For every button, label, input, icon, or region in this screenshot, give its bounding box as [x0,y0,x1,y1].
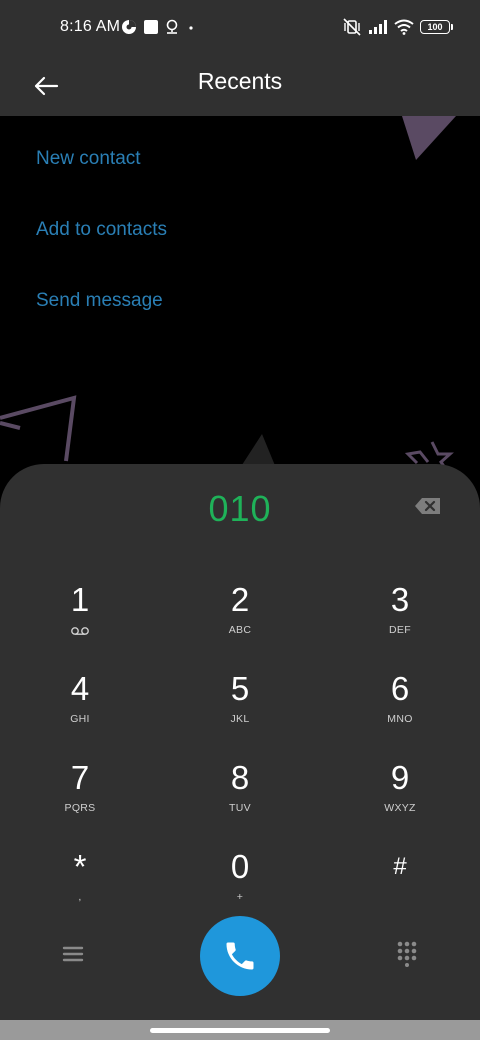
notification-square-icon [144,20,158,34]
key-letters: JKL [230,713,250,725]
key-digit: 6 [390,670,410,707]
key-4[interactable]: 4 GHI [20,669,140,749]
key-letters: ABC [228,624,252,636]
key-letters: , [78,891,82,903]
battery-icon: 100 [420,20,453,34]
dot-icon [189,26,193,30]
wifi-icon [394,19,414,35]
key-9[interactable]: 9 WXYZ [340,758,460,838]
key-1[interactable]: 1 [20,580,140,660]
home-indicator[interactable] [150,1028,330,1033]
wallpaper-triangle-shape [402,116,456,160]
menu-icon [62,946,84,962]
key-letters: + [236,891,244,903]
key-letters: MNO [387,713,413,725]
key-digit: 2 [230,581,250,618]
dialer-panel: 010 1 2 ABC 3 DEF 4 GHI 5 JKL 6 MNO 7 PQ… [0,464,480,1020]
page-title: Recents [197,68,283,94]
key-digit: 3 [390,581,410,618]
menu-button[interactable] [54,938,92,970]
location-pin-icon [166,19,178,34]
status-right-icons: 100 [342,16,453,38]
dialed-number-display[interactable]: 010 [0,488,480,530]
dialpad-toggle-button[interactable] [390,936,424,972]
key-star[interactable]: * , [20,847,140,927]
key-letters: GHI [70,713,90,725]
key-digit: # [393,853,407,880]
key-digit: 5 [230,670,250,707]
app-bar: Recents [0,58,480,116]
key-6[interactable]: 6 MNO [340,669,460,749]
wallpaper-dark-triangle [240,434,276,468]
key-2[interactable]: 2 ABC [180,580,300,660]
key-7[interactable]: 7 PQRS [20,758,140,838]
key-3[interactable]: 3 DEF [340,580,460,660]
signal-icon [369,20,387,34]
status-bar: 8:16 AM 100 [0,0,480,58]
send-message-link[interactable]: Send message [36,290,163,312]
key-letters: DEF [389,624,411,636]
key-digit: 8 [230,759,250,796]
vibrate-off-icon [343,18,361,36]
key-0[interactable]: 0 + [180,847,300,927]
key-8[interactable]: 8 TUV [180,758,300,838]
call-button[interactable] [200,916,280,996]
voicemail-icon [71,627,89,635]
new-contact-link[interactable]: New contact [36,148,141,170]
wallpaper-star-outline-left [0,395,77,462]
key-digit: 1 [70,581,90,618]
add-to-contacts-link[interactable]: Add to contacts [36,219,167,241]
key-letters: WXYZ [384,802,416,814]
backspace-button[interactable] [412,494,444,518]
battery-level: 100 [427,21,443,32]
status-left-icons [121,17,195,37]
backspace-icon [415,498,440,514]
key-digit: * [73,848,87,885]
key-digit: 9 [390,759,410,796]
data-saver-icon [122,20,136,34]
status-time: 8:16 AM [60,18,121,35]
phone-icon [226,942,254,970]
key-letters: TUV [229,802,251,814]
key-digit: 7 [70,759,90,796]
dialpad-icon [397,941,417,967]
key-letters: PQRS [64,802,96,814]
key-hash[interactable]: # [340,847,460,927]
key-digit: 0 [230,848,250,885]
key-5[interactable]: 5 JKL [180,669,300,749]
key-digit: 4 [70,670,90,707]
